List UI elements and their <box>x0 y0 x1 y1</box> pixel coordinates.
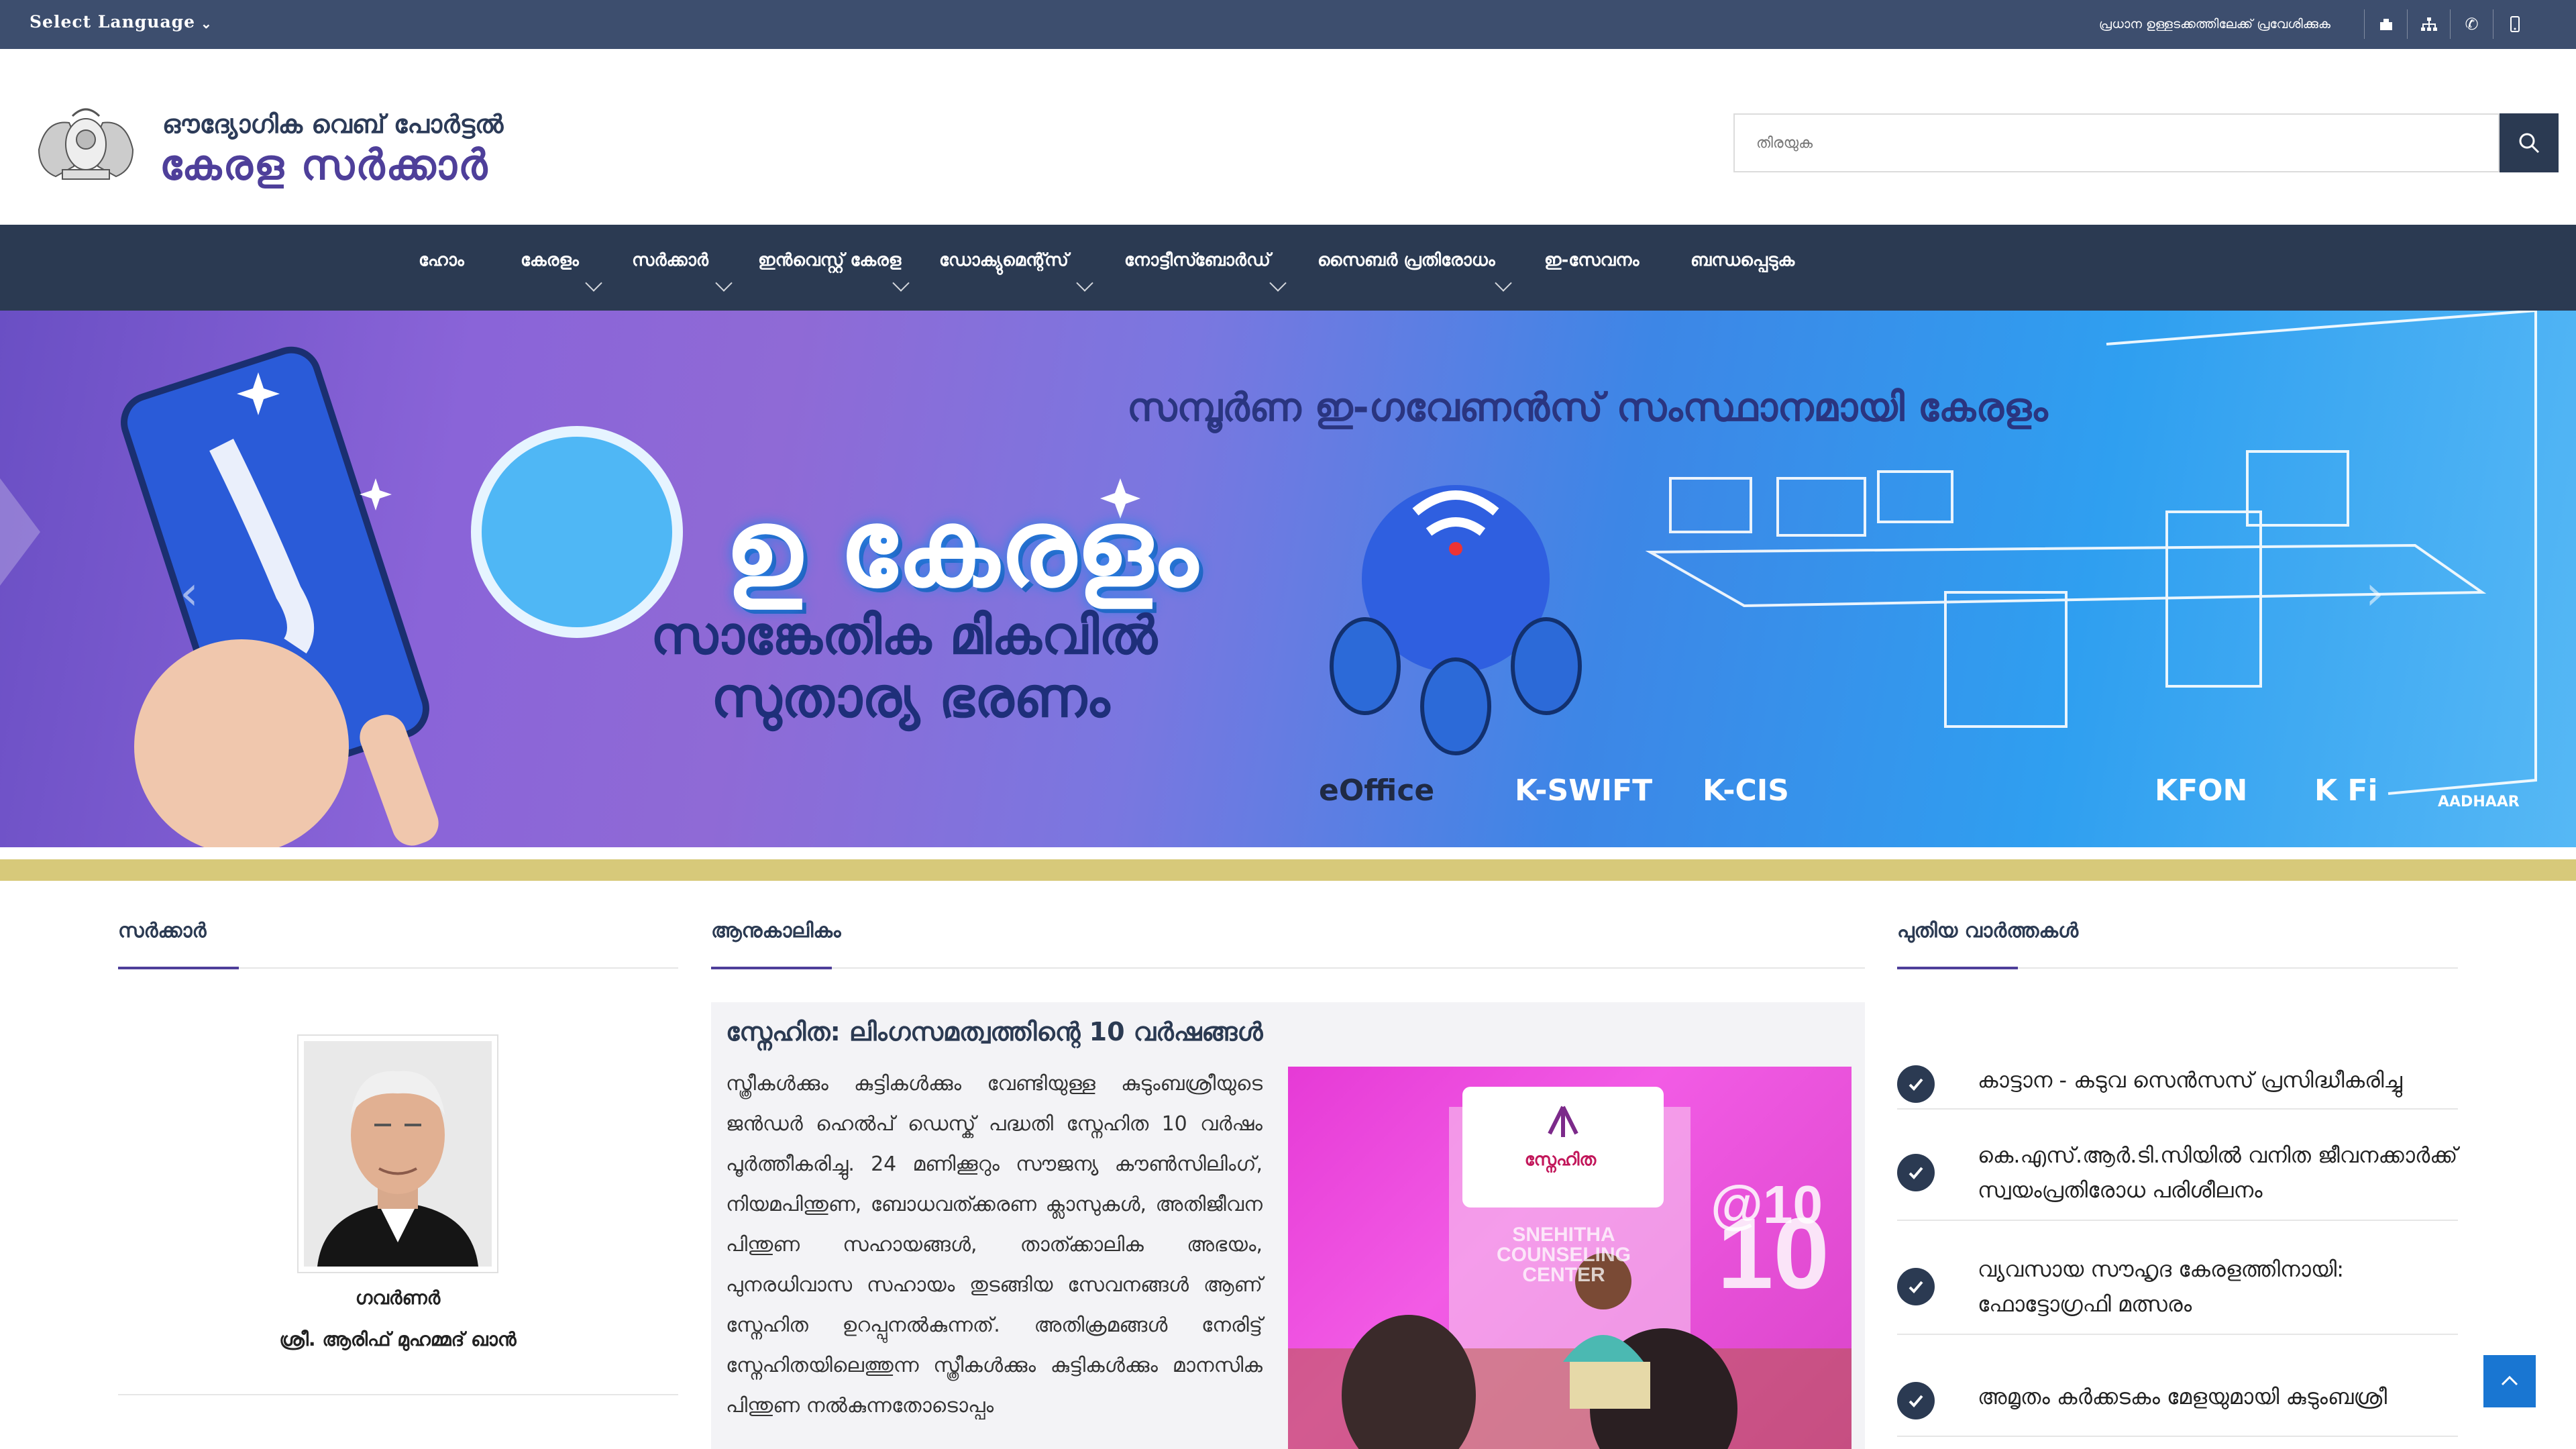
snehitha-brand-label: സ്നേഹിത <box>1524 1150 1597 1170</box>
governor-name: ശ്രീ. ആരിഫ് മുഹമ്മദ് ഖാൻ <box>279 1328 517 1350</box>
nav-item-label: ഡോക്യുമെന്റ്സ് <box>939 250 1069 270</box>
nav-item-label: ഇൻവെസ്റ്റ് കേരള <box>758 250 902 270</box>
logo-kfi: K Fi <box>2314 773 2378 808</box>
top-bar-utilities: പ്രധാന ഉള്ളടക്കത്തിലേക്ക് പ്രവേശിക്കുക ✆ <box>2099 9 2536 39</box>
search-icon <box>2519 133 2540 154</box>
government-heading-rule <box>118 967 678 969</box>
current-affairs-heading-rule <box>711 967 1865 969</box>
sitemap-icon[interactable] <box>2407 9 2450 39</box>
nav-item-e-sevanam[interactable]: ഇ-സേവനം <box>1544 250 1639 271</box>
check-circle-icon <box>1897 1065 1935 1103</box>
top-bar: Select Language ⌄ പ്രധാന ഉള്ളടക്കത്തിലേക… <box>0 0 2576 49</box>
feature-article-card: സ്നേഹിത: ലിംഗസമത്വത്തിന്റെ 10 വർഷങ്ങൾ സ്… <box>711 1002 1865 1449</box>
search-input[interactable] <box>1735 115 2498 171</box>
logo-kfon: KFON <box>2155 773 2248 808</box>
latest-news-heading-rule <box>1897 967 2458 969</box>
chevron-down-icon <box>585 274 602 292</box>
feature-article-image[interactable]: 10 സ്നേഹിത SNEHITHA COUNSELING CENTER @1… <box>1288 1067 1851 1449</box>
news-item[interactable]: വ്യവസായ സൗഹൃദ കേരളത്തിനായി: ഫോട്ടോഗ്രഫി … <box>1897 1248 2458 1335</box>
carousel-prev-arrow[interactable]: ‹ <box>180 566 199 621</box>
nav-item-label: ഹോം <box>419 250 464 270</box>
banner-e-kerala-title: ഉ കേരളം <box>724 485 1197 610</box>
check-circle-icon <box>1897 1268 1935 1305</box>
news-item-text: കാട്ടാന - കടുവ സെൻസസ് പ്രസിദ്ധീകരിച്ചു <box>1978 1067 2402 1093</box>
language-selector-label: Select Language <box>30 12 196 32</box>
site-header: ഔദ്യോഗിക വെബ് പോർട്ടൽ കേരള സർക്കാർ <box>0 49 2576 225</box>
banner-tagline-2: സുതാര്യ ഭരണം <box>711 666 1110 730</box>
governor-divider <box>118 1394 678 1395</box>
nav-item-label: സർക്കാർ <box>632 250 708 270</box>
phone-icon[interactable]: ✆ <box>2450 9 2493 39</box>
main-navigation: ഹോം കേരളം സർക്കാർ ഇൻവെസ്റ്റ് കേരള ഡോക്യു… <box>0 225 2576 311</box>
chevron-down-icon <box>715 274 733 292</box>
latest-news-heading: പുതിയ വാർത്തകൾ <box>1897 919 2079 943</box>
news-item-text: വ്യവസായ സൗഹൃദ കേരളത്തിനായി: ഫോട്ടോഗ്രഫി … <box>1978 1256 2345 1317</box>
carousel-next-arrow[interactable]: › <box>2365 566 2384 621</box>
current-affairs-heading: ആനുകാലികം <box>711 919 841 943</box>
hero-banner-slide[interactable]: സമ്പൂർണ ഇ-ഗവേണൻസ് സംസ്ഥാനമായി കേരളം ഉ കേ… <box>0 311 2576 847</box>
chevron-down-icon <box>892 274 910 292</box>
news-item-text: കെ.എസ്.ആർ.ടി.സിയിൽ വനിത ജീവനക്കാർക്ക് സ്… <box>1978 1142 2458 1203</box>
scroll-to-top-button[interactable] <box>2483 1355 2536 1407</box>
nav-item-documents[interactable]: ഡോക്യുമെന്റ്സ് <box>939 250 1093 292</box>
site-title[interactable]: കേരള സർക്കാർ <box>160 140 488 190</box>
nav-item-label: ബന്ധപ്പെടുക <box>1690 250 1795 270</box>
skip-to-content-link[interactable]: പ്രധാന ഉള്ളടക്കത്തിലേക്ക് പ്രവേശിക്കുക <box>2099 17 2330 32</box>
nav-item-cyber-defence[interactable]: സൈബർ പ്രതിരോധം <box>1318 250 1512 292</box>
search-box <box>1733 113 2500 172</box>
nav-item-government[interactable]: സർക്കാർ <box>632 250 733 292</box>
nav-item-noticeboard[interactable]: നോട്ടീസ്ബോർഡ് <box>1124 250 1287 292</box>
banner-divider <box>0 847 2576 881</box>
mobile-icon[interactable] <box>2493 9 2536 39</box>
feature-article-text: സ്ത്രീകൾക്കും കുട്ടികൾക്കും വേണ്ടിയുള്ള … <box>726 1072 1263 1417</box>
government-heading: സർക്കാർ <box>118 919 207 943</box>
nav-item-label: നോട്ടീസ്ബോർഡ് <box>1124 250 1271 270</box>
search-button[interactable] <box>2500 113 2559 172</box>
chevron-up-icon <box>2501 1375 2518 1386</box>
banner-tagline-1: സാങ്കേതിക മികവിൽ <box>651 606 1157 666</box>
governor-photo[interactable] <box>297 1034 498 1273</box>
check-circle-icon <box>1897 1382 1935 1419</box>
snehitha-badge: @10 <box>1711 1175 1823 1234</box>
snehitha-caption: SNEHITHA COUNSELING CENTER <box>1496 1224 1631 1286</box>
logo-k-swift: K-SWIFT <box>1515 773 1653 808</box>
nav-item-label: കേരളം <box>521 250 579 270</box>
site-subtitle: ഔദ്യോഗിക വെബ് പോർട്ടൽ <box>162 109 504 139</box>
chevron-down-icon <box>1269 274 1287 292</box>
language-selector[interactable]: Select Language ⌄ <box>30 12 213 32</box>
logo-aadhaar: AADHAAR <box>2438 794 2520 810</box>
nav-item-kerala[interactable]: കേരളം <box>521 250 602 292</box>
logo-k-cis: K-CIS <box>1703 773 1789 808</box>
news-item-text: അമൃതം കർക്കടകം മേളയുമായി കുടുംബശ്രീ <box>1978 1384 2387 1409</box>
nav-item-contact[interactable]: ബന്ധപ്പെടുക <box>1690 250 1794 271</box>
nav-item-home[interactable]: ഹോം <box>419 250 464 271</box>
check-circle-icon <box>1897 1154 1935 1191</box>
chevron-down-icon <box>1076 274 1093 292</box>
kerala-emblem-logo[interactable] <box>25 103 146 186</box>
accessibility-icon[interactable] <box>2364 9 2407 39</box>
nav-item-label: സൈബർ പ്രതിരോധം <box>1318 250 1495 270</box>
banner-headline: സമ്പൂർണ ഇ-ഗവേണൻസ് സംസ്ഥാനമായി കേരളം <box>1127 384 2048 430</box>
chevron-down-icon <box>1495 274 1512 292</box>
feature-article-title[interactable]: സ്നേഹിത: ലിംഗസമത്വത്തിന്റെ 10 വർഷങ്ങൾ <box>726 1017 1263 1047</box>
news-item[interactable]: കെ.എസ്.ആർ.ടി.സിയിൽ വനിത ജീവനക്കാർക്ക് സ്… <box>1897 1134 2458 1221</box>
news-item[interactable]: കാട്ടാന - കടുവ സെൻസസ് പ്രസിദ്ധീകരിച്ചു <box>1897 1053 2458 1110</box>
logo-eoffice: eOffice <box>1319 773 1435 808</box>
governor-role: ഗവർണർ <box>355 1287 441 1309</box>
nav-item-invest-kerala[interactable]: ഇൻവെസ്റ്റ് കേരള <box>758 250 910 292</box>
nav-item-label: ഇ-സേവനം <box>1544 250 1640 270</box>
chevron-down-icon: ⌄ <box>201 15 213 32</box>
news-item[interactable]: അമൃതം കർക്കടകം മേളയുമായി കുടുംബശ്രീ <box>1897 1377 2458 1437</box>
